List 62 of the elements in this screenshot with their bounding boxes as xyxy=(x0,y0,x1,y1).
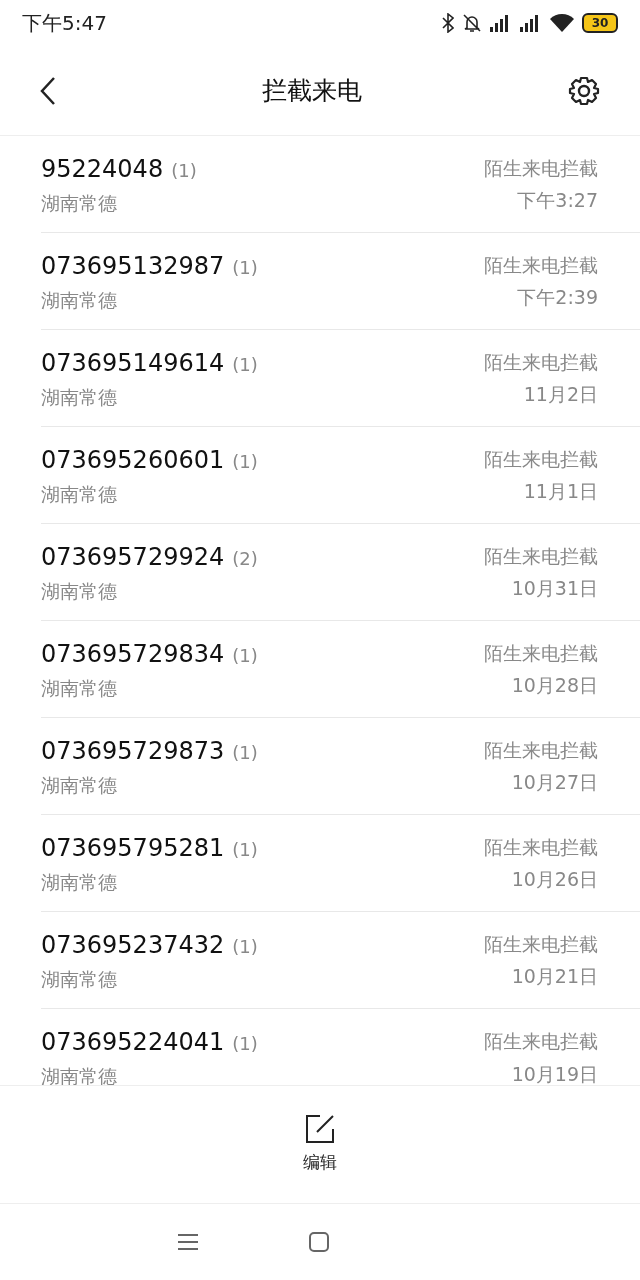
settings-icon[interactable] xyxy=(568,74,600,107)
call-count: (1) xyxy=(232,449,258,474)
location-text: 湖南常德 xyxy=(41,481,118,507)
location-text: 湖南常德 xyxy=(41,287,118,313)
block-type: 陌生来电拦截 xyxy=(484,737,598,763)
location-text: 湖南常德 xyxy=(41,772,118,798)
location-text: 湖南常德 xyxy=(41,966,118,992)
page-title: 拦截来电 xyxy=(262,74,362,107)
block-type: 陌生来电拦截 xyxy=(484,349,598,375)
home-icon[interactable] xyxy=(309,1232,329,1252)
phone-number[interactable]: 073695795281 xyxy=(41,829,225,866)
menu-icon[interactable] xyxy=(178,1233,198,1251)
block-type: 陌生来电拦截 xyxy=(484,834,598,860)
phone-number[interactable]: 073695260601 xyxy=(41,441,225,478)
edit-icon xyxy=(305,1113,335,1144)
location-text: 湖南常德 xyxy=(41,578,118,604)
call-time: 10月26日 xyxy=(511,867,598,892)
muted-bell-icon xyxy=(462,13,482,33)
phone-number[interactable]: 073695729924 xyxy=(41,538,225,575)
call-time: 11月1日 xyxy=(523,479,598,504)
status-time: 下午5:47 xyxy=(22,10,107,37)
call-count: (1) xyxy=(232,352,258,377)
location-text: 湖南常德 xyxy=(41,190,118,216)
call-count: (1) xyxy=(232,740,258,765)
call-time: 10月19日 xyxy=(511,1061,598,1085)
bluetooth-icon xyxy=(442,13,454,33)
location-text: 湖南常德 xyxy=(41,384,118,410)
phone-number[interactable]: 073695237432 xyxy=(41,926,225,963)
block-type: 陌生来电拦截 xyxy=(484,1029,598,1054)
phone-number[interactable]: 95224048 xyxy=(41,150,164,187)
block-type: 陌生来电拦截 xyxy=(484,543,598,569)
call-time: 下午3:27 xyxy=(517,188,598,213)
call-time: 下午2:39 xyxy=(517,285,598,310)
call-count: (1) xyxy=(232,1032,258,1057)
call-count: (1) xyxy=(232,643,258,668)
call-count: (1) xyxy=(232,255,258,280)
phone-number[interactable]: 073695132987 xyxy=(41,247,225,284)
block-type: 陌生来电拦截 xyxy=(484,640,598,666)
call-time: 10月31日 xyxy=(511,576,598,601)
phone-number[interactable]: 073695224041 xyxy=(41,1024,225,1061)
location-text: 湖南常德 xyxy=(41,869,118,895)
block-type: 陌生来电拦截 xyxy=(484,252,598,278)
back-icon[interactable] xyxy=(40,76,56,105)
phone-number[interactable]: 073695149614 xyxy=(41,344,225,381)
location-text: 湖南常德 xyxy=(41,675,118,701)
phone-number[interactable]: 073695729834 xyxy=(41,635,225,672)
block-type: 陌生来电拦截 xyxy=(484,446,598,472)
wifi-icon xyxy=(550,14,574,32)
call-count: (1) xyxy=(232,837,258,862)
call-time: 10月21日 xyxy=(511,964,598,989)
location-text: 湖南常德 xyxy=(41,1064,118,1085)
call-count: (1) xyxy=(232,934,258,959)
phone-number[interactable]: 073695729873 xyxy=(41,732,225,769)
block-type: 陌生来电拦截 xyxy=(484,155,598,181)
block-type: 陌生来电拦截 xyxy=(484,931,598,957)
call-time: 11月2日 xyxy=(523,382,598,407)
call-time: 10月27日 xyxy=(511,770,598,795)
call-count: (2) xyxy=(232,546,258,571)
call-time: 10月28日 xyxy=(511,673,598,698)
edit-button[interactable]: 编辑 xyxy=(303,1113,337,1176)
call-count: (1) xyxy=(171,158,197,183)
battery-icon: 30 xyxy=(582,13,618,33)
